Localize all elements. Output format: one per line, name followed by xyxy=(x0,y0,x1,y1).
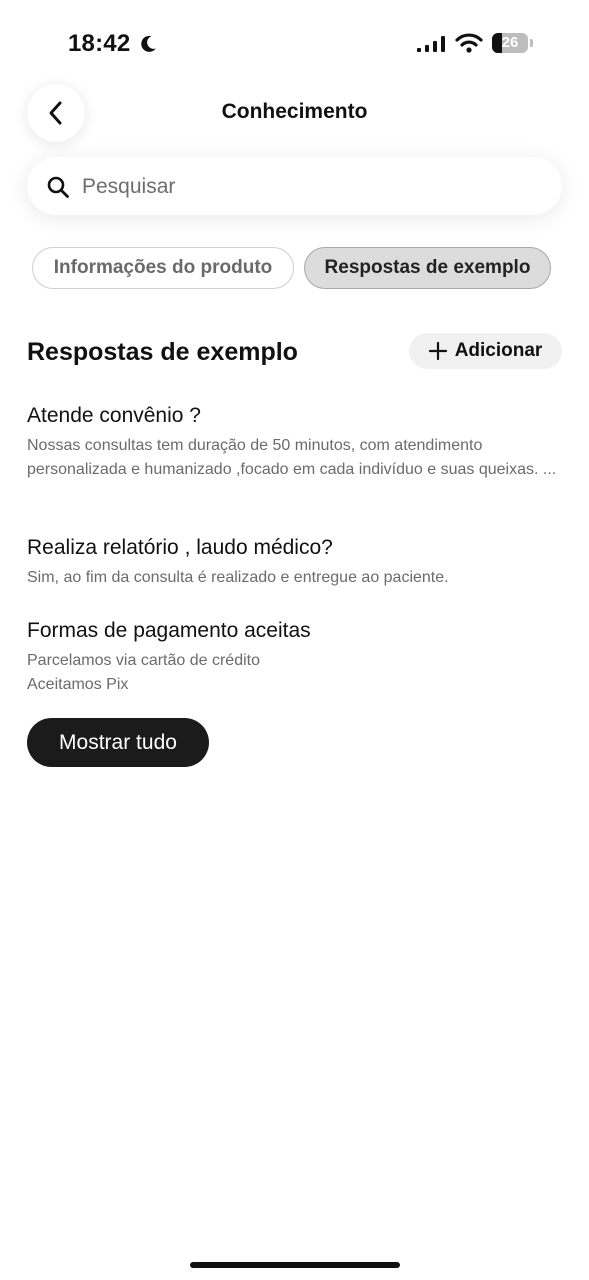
answer-body-line: Parcelamos via cartão de crédito xyxy=(27,652,260,669)
battery-tip xyxy=(530,39,533,47)
answer-title: Realiza relatório , laudo médico? xyxy=(27,536,333,559)
answer-item[interactable]: Atende convênio ? Nossas consultas tem d… xyxy=(27,402,562,482)
answer-item[interactable]: Formas de pagamento aceitas Parcelamos v… xyxy=(27,617,562,697)
search-box[interactable] xyxy=(27,157,562,215)
battery-icon: 26 xyxy=(492,33,528,53)
battery-level: 26 xyxy=(501,34,519,51)
search-icon xyxy=(47,176,69,198)
page-title: Conhecimento xyxy=(221,100,368,123)
answer-body-line: Aceitamos Pix xyxy=(27,676,129,693)
status-bar: 18:42 26 xyxy=(0,0,589,80)
section-title: Respostas de exemplo xyxy=(27,338,298,366)
answer-item[interactable]: Realiza relatório , laudo médico? Sim, a… xyxy=(27,534,562,590)
search-input[interactable] xyxy=(80,167,534,207)
signal-icon xyxy=(417,36,445,52)
moon-icon xyxy=(141,35,156,52)
show-all-button[interactable]: Mostrar tudo xyxy=(27,718,209,767)
status-time: 18:42 xyxy=(68,30,131,57)
plus-icon xyxy=(428,342,447,360)
answer-title: Formas de pagamento aceitas xyxy=(27,619,311,642)
answer-title: Atende convênio ? xyxy=(27,404,201,427)
tab-example-answers[interactable]: Respostas de exemplo xyxy=(304,247,551,289)
home-indicator[interactable] xyxy=(190,1262,400,1268)
add-button-label: Adicionar xyxy=(454,340,543,361)
answer-body: Parcelamos via cartão de crédito Aceitam… xyxy=(27,649,562,697)
add-button[interactable]: Adicionar xyxy=(409,333,562,369)
wifi-icon xyxy=(455,33,483,53)
answer-body: Sim, ao fim da consulta é realizado e en… xyxy=(27,569,449,586)
answer-body: Nossas consultas tem duração de 50 minut… xyxy=(27,437,557,478)
tab-product-info[interactable]: Informações do produto xyxy=(32,247,294,289)
